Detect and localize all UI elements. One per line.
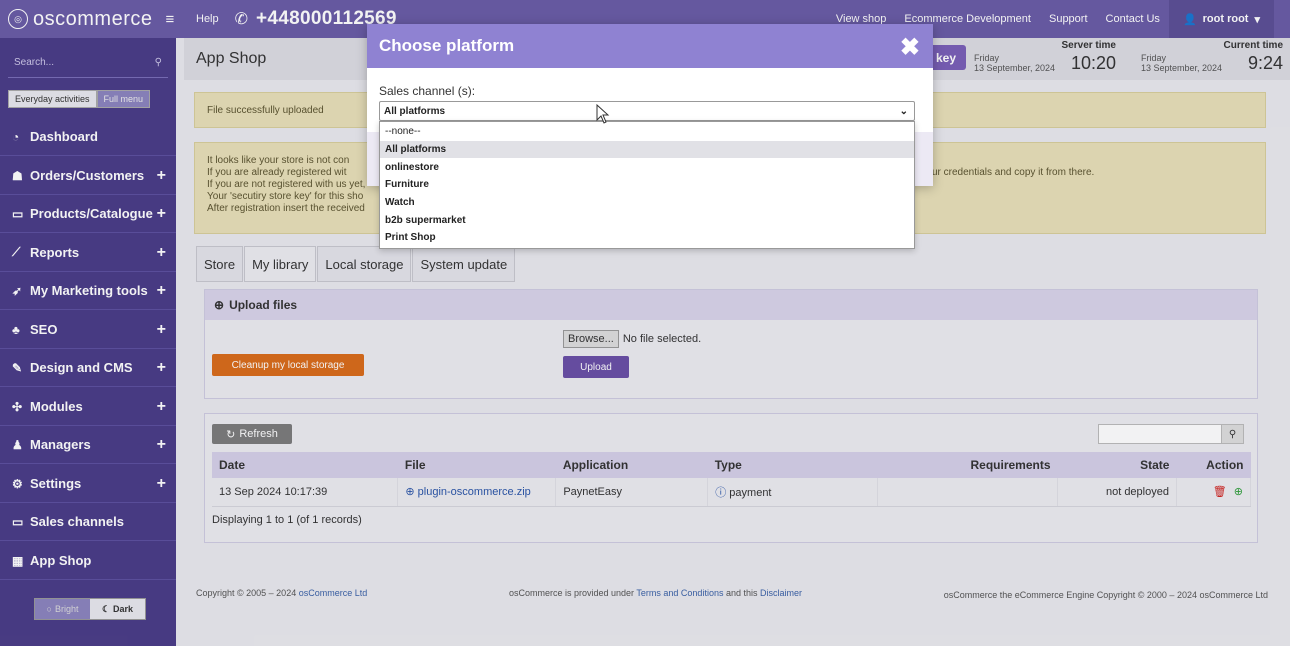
close-icon[interactable]: ✖ [900, 33, 920, 62]
sales-channel-dropdown: --none-- All platforms onlinestore Furni… [379, 121, 915, 249]
mouse-cursor-icon [596, 104, 610, 124]
dropdown-option[interactable]: Furniture [380, 176, 914, 194]
chevron-down-icon: ⌄ [899, 105, 908, 117]
sales-channel-label: Sales channel (s): [379, 84, 476, 98]
dropdown-option[interactable]: All platforms [380, 140, 914, 159]
dropdown-option[interactable]: onlinestore [380, 158, 914, 176]
sales-channel-select[interactable]: All platforms ⌄ [379, 101, 915, 121]
dropdown-option[interactable]: Print Shop [380, 229, 914, 247]
dropdown-option[interactable]: b2b supermarket [380, 211, 914, 229]
modal-header: Choose platform ✖ [367, 24, 933, 68]
selected-value: All platforms [384, 105, 446, 117]
modal-title: Choose platform [379, 36, 515, 55]
dropdown-option[interactable]: Watch [380, 194, 914, 212]
dropdown-option[interactable]: --none-- [380, 123, 914, 141]
